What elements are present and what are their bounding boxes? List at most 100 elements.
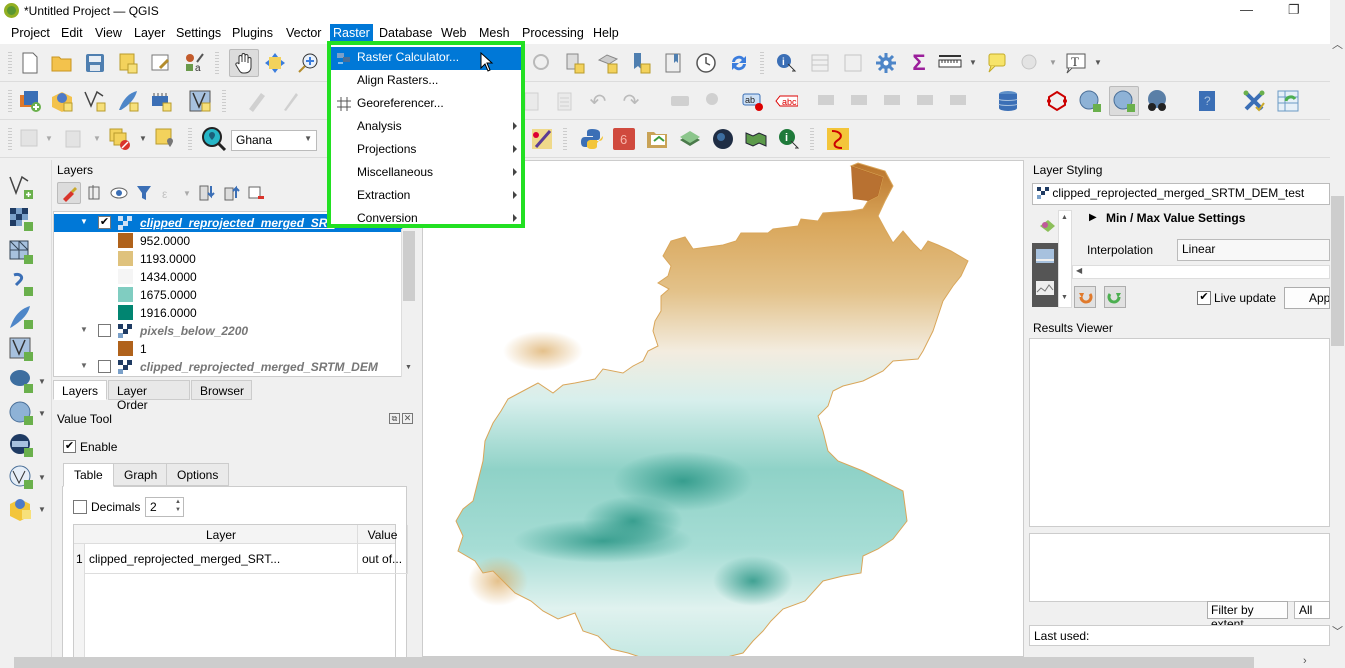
styling-scrollbar[interactable]: ▲ ▼ bbox=[1058, 210, 1072, 308]
remove-layer-icon[interactable] bbox=[245, 182, 267, 204]
map-canvas[interactable] bbox=[422, 160, 1024, 657]
close-panel-icon[interactable]: ✕ bbox=[402, 413, 413, 424]
tab-table[interactable]: Table bbox=[63, 463, 114, 487]
expand-all-icon[interactable] bbox=[196, 182, 218, 204]
map-tips-icon[interactable] bbox=[984, 51, 1008, 75]
layer-visibility-checkbox[interactable]: ✔ bbox=[98, 216, 111, 229]
new-temporary-layer-icon[interactable] bbox=[116, 89, 140, 113]
wms-dropdown-icon[interactable]: ▼ bbox=[38, 409, 46, 418]
annotation-dropdown-icon[interactable]: ▼ bbox=[1094, 58, 1102, 67]
add-postgis-layer-icon[interactable] bbox=[8, 368, 34, 394]
redo-style-button[interactable] bbox=[1104, 286, 1126, 308]
select-by-value-disabled-icon[interactable] bbox=[62, 127, 86, 151]
toggle-editing-disabled-icon[interactable] bbox=[278, 89, 302, 113]
processing-toolbox-icon[interactable] bbox=[874, 51, 898, 75]
show-statistical-summary-icon[interactable]: Σ bbox=[907, 50, 931, 75]
collapse-arrow-icon[interactable]: ▶ bbox=[1089, 212, 1097, 223]
styling-layer-select[interactable]: clipped_reprojected_merged_SRTM_DEM_test bbox=[1032, 183, 1330, 205]
3d-dropdown-icon[interactable]: ▼ bbox=[38, 505, 46, 514]
plugin-edit-icon[interactable] bbox=[530, 127, 554, 151]
toolbar-grip[interactable] bbox=[760, 52, 764, 74]
menu-processing[interactable]: Processing bbox=[519, 24, 587, 42]
select-value-dropdown-icon[interactable]: ▼ bbox=[93, 134, 101, 143]
save-project-icon[interactable] bbox=[83, 51, 107, 75]
filter-dropdown-icon[interactable]: ▼ bbox=[183, 189, 191, 198]
rotate-label-disabled-icon[interactable] bbox=[914, 89, 938, 113]
add-3d-layer-icon[interactable] bbox=[8, 496, 34, 522]
menu-item-conversion[interactable]: Conversion bbox=[331, 208, 521, 231]
menu-mesh[interactable]: Mesh bbox=[476, 24, 513, 42]
text-annotation-icon[interactable]: T bbox=[1064, 51, 1088, 75]
new-print-layout-icon[interactable] bbox=[116, 51, 140, 75]
dropdown-arrow-icon[interactable]: ▼ bbox=[1049, 58, 1057, 67]
menu-layer[interactable]: Layer bbox=[131, 24, 168, 42]
decimals-checkbox[interactable] bbox=[73, 500, 87, 514]
filter-select[interactable]: All bbox=[1294, 601, 1330, 619]
show-hide-labels-disabled-icon[interactable] bbox=[848, 89, 872, 113]
scrollbar-thumb[interactable] bbox=[14, 657, 1254, 668]
tab-layers[interactable]: Layers bbox=[53, 380, 107, 400]
column-header-layer[interactable]: Layer bbox=[85, 525, 358, 544]
menu-raster[interactable]: Raster bbox=[330, 24, 373, 42]
results-viewer-area[interactable] bbox=[1029, 338, 1330, 527]
add-spatialite-layer-icon[interactable] bbox=[8, 304, 34, 330]
toolbar-grip[interactable] bbox=[563, 128, 567, 150]
current-edits-disabled-icon[interactable] bbox=[245, 89, 269, 113]
new-spatialite-layer-icon[interactable] bbox=[188, 89, 212, 113]
scroll-down-icon[interactable]: ﹀ bbox=[1332, 623, 1343, 639]
add-raster-layer-icon[interactable] bbox=[8, 206, 34, 232]
identify-features-icon[interactable]: i bbox=[774, 51, 798, 75]
select-dropdown-icon[interactable]: ▼ bbox=[45, 134, 53, 143]
metasearch-icon[interactable] bbox=[1078, 89, 1102, 113]
python-console-icon[interactable] bbox=[580, 127, 604, 151]
new-shapefile-layer-icon[interactable] bbox=[83, 89, 107, 113]
transparency-tab-icon[interactable] bbox=[1035, 248, 1055, 266]
scroll-down-icon[interactable]: ▼ bbox=[1061, 294, 1068, 301]
spatial-bookmark-icon[interactable] bbox=[629, 51, 653, 75]
expand-arrow-icon[interactable]: ▼ bbox=[80, 217, 88, 226]
menu-web[interactable]: Web bbox=[438, 24, 469, 42]
last-used-field[interactable]: Last used: bbox=[1029, 625, 1330, 646]
layer-item-pixels-below[interactable]: ▼ pixels_below_2200 bbox=[54, 322, 402, 340]
postgis-dropdown-icon[interactable]: ▼ bbox=[38, 377, 46, 386]
identify-disabled-icon[interactable] bbox=[530, 51, 554, 75]
statistical-summary-disabled-icon[interactable] bbox=[841, 51, 865, 75]
menu-plugins[interactable]: Plugins bbox=[229, 24, 276, 42]
layer-table-sync-icon[interactable] bbox=[1276, 89, 1300, 113]
move-label-disabled-icon[interactable] bbox=[881, 89, 905, 113]
zoom-to-native-disabled-icon[interactable] bbox=[1018, 51, 1042, 75]
toolbar-grip[interactable] bbox=[8, 90, 12, 112]
qgis2web-icon[interactable]: 6 bbox=[612, 127, 636, 151]
layout-manager-icon[interactable] bbox=[149, 51, 173, 75]
filter-by-expression-disabled-icon[interactable]: ε bbox=[158, 182, 180, 204]
add-wcs-layer-icon[interactable] bbox=[8, 432, 34, 458]
restore-button[interactable]: ❐ bbox=[1288, 2, 1300, 18]
toolbar-grip[interactable] bbox=[215, 52, 219, 74]
paste-features-disabled-icon[interactable] bbox=[553, 89, 577, 113]
menu-database[interactable]: Database bbox=[376, 24, 436, 42]
tab-options[interactable]: Options bbox=[166, 463, 230, 486]
map-swipe-icon[interactable] bbox=[744, 127, 768, 151]
add-vector-layer-icon[interactable] bbox=[8, 174, 34, 200]
metasearch-binoculars-icon[interactable] bbox=[1145, 89, 1169, 113]
toolbar-grip[interactable] bbox=[810, 128, 814, 150]
add-wfs-layer-icon[interactable] bbox=[8, 464, 34, 490]
min-max-settings-header[interactable]: Min / Max Value Settings bbox=[1106, 211, 1245, 225]
label-toolbar-disabled-icon[interactable] bbox=[668, 89, 692, 113]
layer-labeling-options-icon[interactable]: ab bbox=[741, 89, 765, 113]
float-panel-icon[interactable]: ⧉ bbox=[389, 413, 400, 424]
menu-help[interactable]: Help bbox=[590, 24, 622, 42]
add-delimited-text-layer-icon[interactable] bbox=[8, 271, 34, 297]
scroll-left-icon[interactable]: ◀ bbox=[1076, 266, 1082, 275]
layer-item-dem[interactable]: ▼ clipped_reprojected_merged_SRTM_DEM bbox=[54, 358, 402, 376]
globe-plugin-icon[interactable] bbox=[711, 127, 735, 151]
add-virtual-layer-icon[interactable] bbox=[8, 336, 34, 362]
apply-button[interactable]: App bbox=[1284, 287, 1330, 309]
undo-style-button[interactable] bbox=[1074, 286, 1096, 308]
metasearch-search-icon[interactable] bbox=[1109, 86, 1139, 116]
manage-map-themes-icon[interactable] bbox=[108, 182, 132, 204]
new-project-icon[interactable] bbox=[18, 51, 42, 75]
spin-arrows-icon[interactable]: ▲ ▼ bbox=[175, 498, 181, 514]
locator-dropdown-icon[interactable]: ▼ bbox=[304, 134, 312, 143]
redo-disabled-icon[interactable]: ↷ bbox=[619, 89, 643, 113]
